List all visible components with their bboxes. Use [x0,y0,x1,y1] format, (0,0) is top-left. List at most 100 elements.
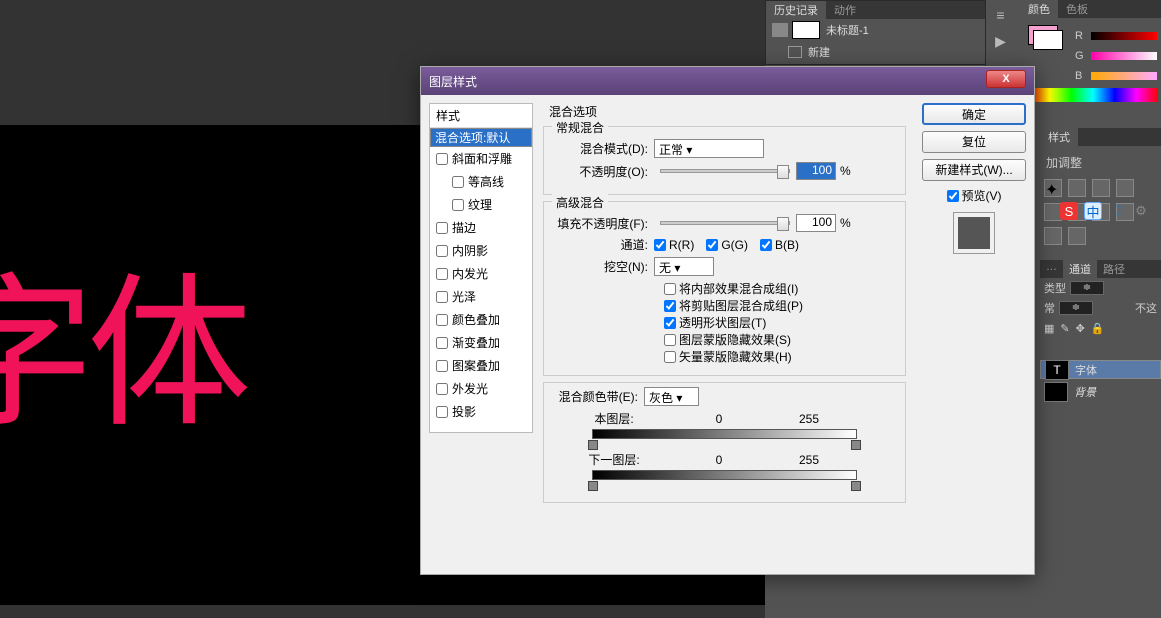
gear-tray-icon[interactable]: ⚙ [1132,202,1150,220]
kind-select[interactable]: ≑ [1070,281,1104,295]
brightness-icon[interactable]: ✦ [1044,179,1062,197]
photo-filter-icon[interactable] [1044,227,1062,245]
blend-select[interactable]: ≑ [1059,301,1093,315]
channel-g-checkbox[interactable] [706,239,718,251]
this-layer-stop-right[interactable] [851,440,861,450]
tab-color[interactable]: 颜色 [1020,0,1058,18]
contour-checkbox[interactable] [452,176,464,188]
color-overlay-checkbox[interactable] [436,314,448,326]
drop-shadow-checkbox[interactable] [436,406,448,418]
levels-icon[interactable] [1068,179,1086,197]
style-texture[interactable]: 纹理 [430,193,532,216]
opt-blend-interior-checkbox[interactable] [664,283,676,295]
satin-checkbox[interactable] [436,291,448,303]
blend-if-label: 混合颜色带(E): [554,388,644,405]
style-blending-options[interactable]: 混合选项:默认 [430,128,532,147]
under-layer-gradient[interactable] [592,470,857,480]
knockout-select[interactable]: 无 [654,257,714,276]
b-slider[interactable] [1091,72,1157,80]
sogou-icon[interactable]: S [1060,202,1078,220]
style-color-overlay[interactable]: 颜色叠加 [430,308,532,331]
opacity-pct: % [840,164,851,178]
tab-paths[interactable]: 路径 [1097,260,1131,278]
under-layer-stop-left[interactable] [588,481,598,491]
fill-opacity-slider[interactable] [660,221,790,225]
tab-actions[interactable]: 动作 [826,1,864,19]
preview-checkbox[interactable] [947,190,959,202]
dialog-titlebar[interactable]: 图层样式 X [421,67,1034,95]
channel-r-checkbox[interactable] [654,239,666,251]
layer-row-text[interactable]: T 字体 [1040,360,1161,379]
tab-history[interactable]: 历史记录 [766,1,826,19]
channel-b-checkbox[interactable] [760,239,772,251]
group-blend-if: 混合颜色带(E): 灰色 本图层: 0 255 下一图层: 0 255 [543,382,906,503]
style-gradient-overlay[interactable]: 渐变叠加 [430,331,532,354]
style-pattern-overlay[interactable]: 图案叠加 [430,354,532,377]
opacity-slider[interactable] [660,169,790,173]
opacity-slider-thumb[interactable] [777,165,789,179]
fill-opacity-slider-thumb[interactable] [777,217,789,231]
ok-button[interactable]: 确定 [922,103,1026,125]
style-inner-shadow[interactable]: 内阴影 [430,239,532,262]
tab-styles-mini[interactable]: 样式 [1040,128,1078,146]
gradient-overlay-checkbox[interactable] [436,337,448,349]
fill-opacity-input[interactable]: 100 [796,214,836,232]
this-layer-stop-left[interactable] [588,440,598,450]
blend-mode-select[interactable]: 正常 [654,139,764,158]
style-inner-glow[interactable]: 内发光 [430,262,532,285]
history-step-label: 新建 [808,44,830,60]
opt-mask-hides-checkbox[interactable] [664,334,676,346]
lock-pos-icon[interactable]: ✥ [1076,322,1085,335]
opt-blend-clipped-checkbox[interactable] [664,300,676,312]
background-color[interactable] [1033,30,1063,50]
lock-pixel-icon[interactable]: ✎ [1060,322,1069,335]
inner-glow-checkbox[interactable] [436,268,448,280]
style-outer-glow[interactable]: 外发光 [430,377,532,400]
opt-trans-shapes-checkbox[interactable] [664,317,676,329]
outer-glow-checkbox[interactable] [436,383,448,395]
blend-if-select[interactable]: 灰色 [644,387,699,406]
layer-row-bg[interactable]: 背景 [1040,379,1161,405]
dialog-center: 混合选项 常规混合 混合模式(D): 正常 不透明度(O): 100 % 高级混… [533,103,916,566]
close-button[interactable]: X [986,70,1026,88]
lock-all-icon[interactable]: 🔒 [1091,322,1105,335]
exposure-icon[interactable] [1116,179,1134,197]
texture-checkbox[interactable] [452,199,464,211]
opt-trans-shapes-label: 透明形状图层(T) [679,314,766,331]
stroke-checkbox[interactable] [436,222,448,234]
this-layer-gradient[interactable] [592,429,857,439]
g-slider[interactable] [1091,52,1157,60]
layer-name-text: 字体 [1075,362,1097,378]
styles-mini-panel: 样式 [1040,128,1161,146]
moon-icon[interactable]: ☽ [1108,202,1126,220]
history-doc-row[interactable]: 未标题-1 [766,19,1014,41]
bevel-checkbox[interactable] [436,153,448,165]
texture-label: 纹理 [468,196,492,213]
spectrum-bar[interactable] [1028,88,1158,102]
lock-trans-icon[interactable]: ▦ [1044,322,1054,335]
curves-icon[interactable] [1092,179,1110,197]
opacity-input[interactable]: 100 [796,162,836,180]
pattern-overlay-checkbox[interactable] [436,360,448,372]
tab-channels[interactable]: 通道 [1063,260,1097,278]
style-stroke[interactable]: 描边 [430,216,532,239]
play-icon[interactable]: ▶ [990,30,1012,52]
channel-mixer-icon[interactable] [1068,227,1086,245]
opt-vector-mask-checkbox[interactable] [664,351,676,363]
this-layer-high: 255 [764,412,854,426]
tab-unknown[interactable]: … [1040,260,1063,278]
r-slider[interactable] [1091,32,1157,40]
new-style-button[interactable]: 新建样式(W)... [922,159,1026,181]
style-satin[interactable]: 光泽 [430,285,532,308]
inner-shadow-checkbox[interactable] [436,245,448,257]
b-label: B [1075,70,1087,82]
style-bevel[interactable]: 斜面和浮雕 [430,147,532,170]
under-layer-stop-right[interactable] [851,481,861,491]
ime-icon[interactable]: 中 [1084,202,1102,220]
history-step-row[interactable]: 新建 [766,41,1014,63]
tab-swatches[interactable]: 色板 [1058,0,1096,18]
style-contour[interactable]: 等高线 [430,170,532,193]
style-drop-shadow[interactable]: 投影 [430,400,532,423]
reset-button[interactable]: 复位 [922,131,1026,153]
collapse-icon[interactable]: ≡ [990,4,1012,26]
